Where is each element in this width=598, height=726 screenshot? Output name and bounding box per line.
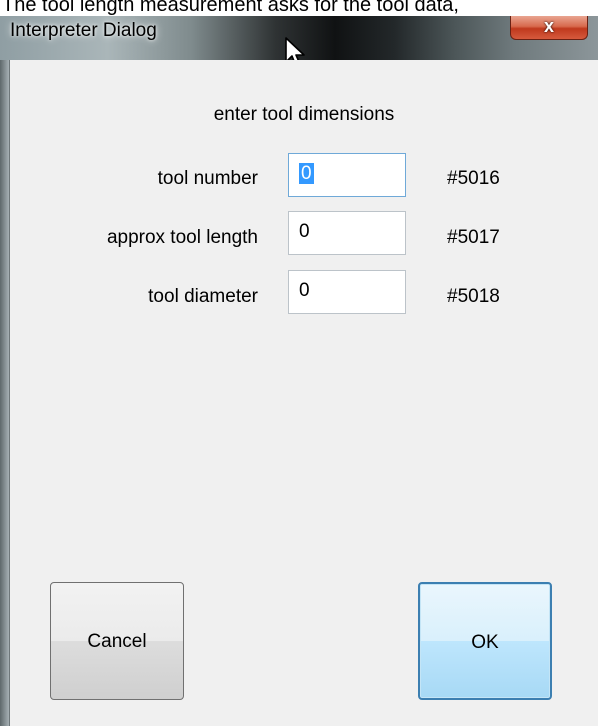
interpreter-dialog: enter tool dimensions tool number 0 #501… xyxy=(10,60,598,726)
tool-diameter-label: tool diameter xyxy=(148,286,258,307)
cancel-button[interactable]: Cancel xyxy=(50,582,184,700)
window-left-frame xyxy=(0,60,10,726)
tool-number-input[interactable]: 0 xyxy=(288,153,406,197)
approx-tool-length-variable: #5017 xyxy=(447,227,500,248)
close-button[interactable]: x xyxy=(510,16,588,40)
window-title: Interpreter Dialog xyxy=(10,20,157,41)
close-icon: x xyxy=(543,16,554,36)
tool-diameter-variable: #5018 xyxy=(447,286,500,307)
dialog-heading: enter tool dimensions xyxy=(213,104,395,125)
approx-tool-length-input[interactable]: 0 xyxy=(288,211,406,255)
tool-number-label: tool number xyxy=(157,168,258,189)
approx-tool-length-label: approx tool length xyxy=(106,227,258,248)
ok-button[interactable]: OK xyxy=(418,582,552,700)
tool-number-variable: #5016 xyxy=(447,168,500,189)
tool-diameter-input[interactable]: 0 xyxy=(288,270,406,314)
